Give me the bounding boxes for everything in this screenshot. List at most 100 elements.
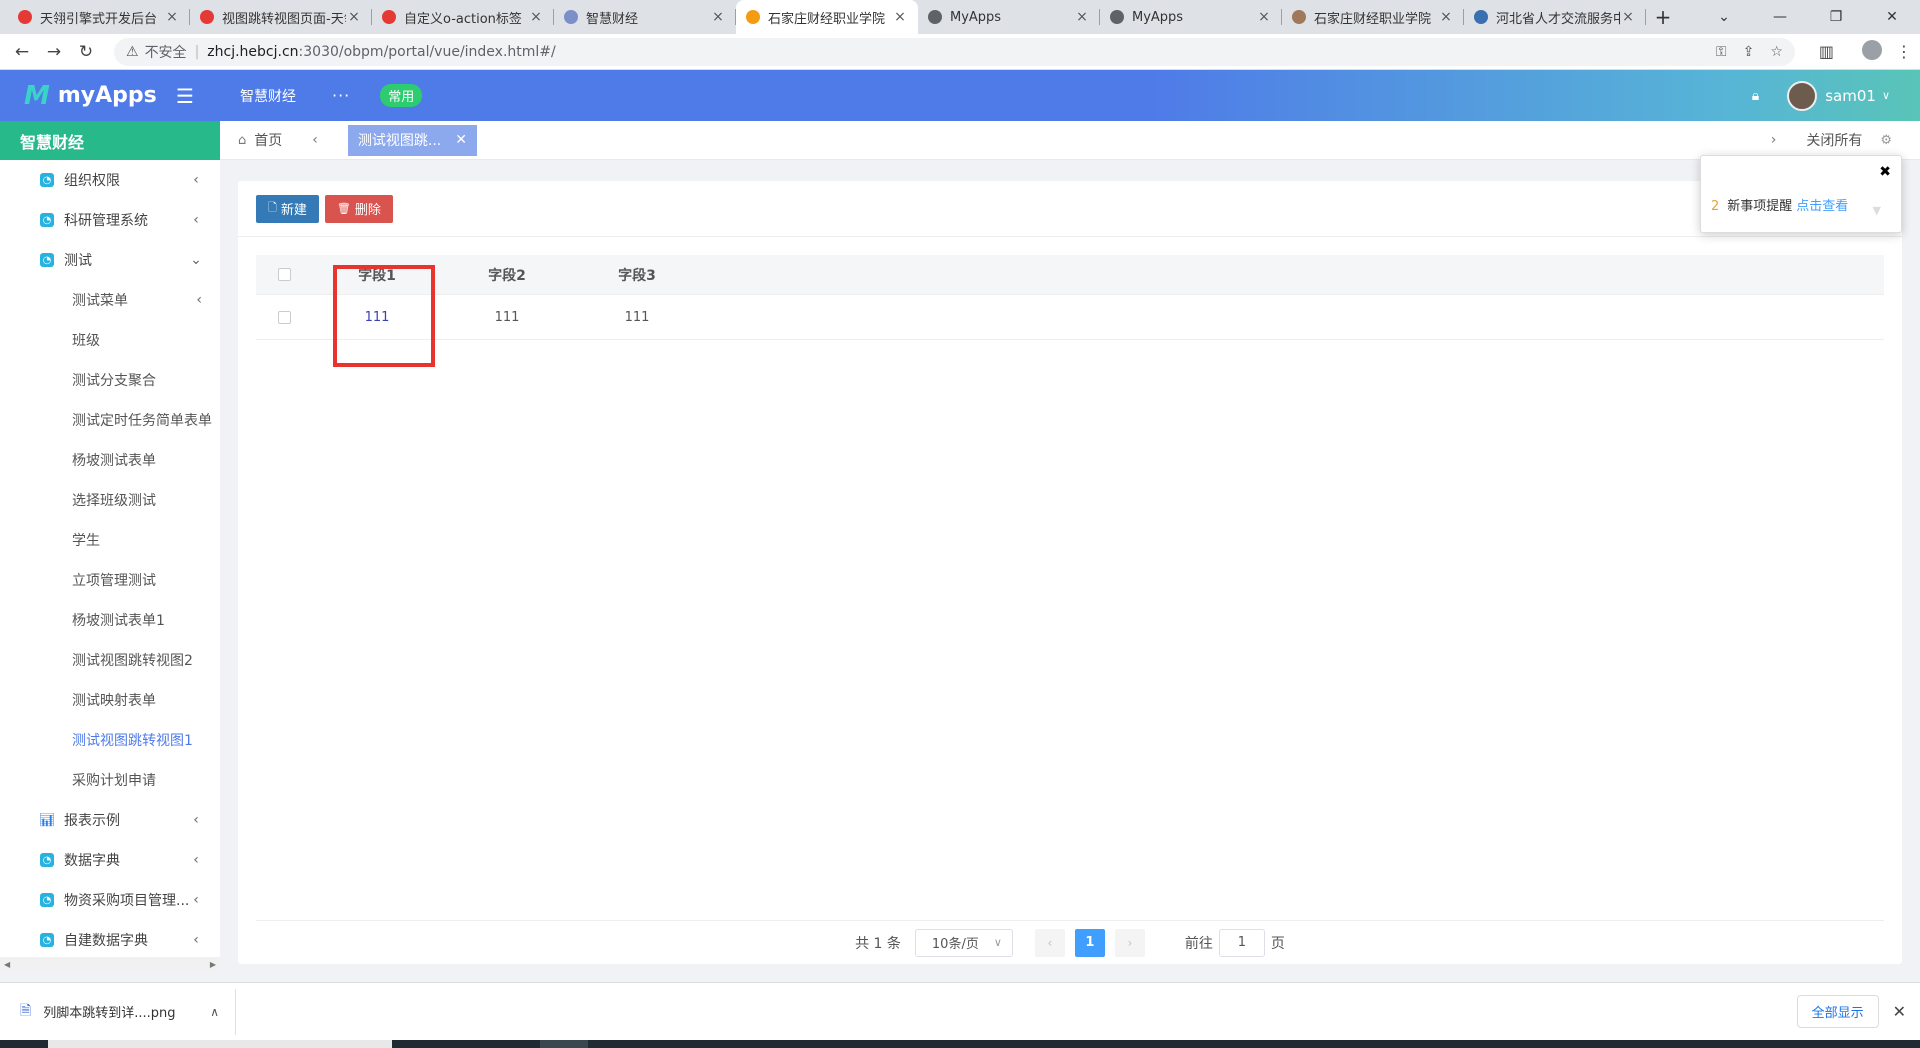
browser-tab[interactable]: 天翎引擎式开发后台 × <box>8 0 190 34</box>
row-select-cell <box>256 310 312 324</box>
close-icon[interactable]: × <box>164 9 180 25</box>
sidebar-item[interactable]: ◔ 科研管理系统 ‹ <box>0 200 220 240</box>
close-icon[interactable]: × <box>1074 9 1090 25</box>
browser-tab[interactable]: 石家庄财经职业学院 × <box>736 0 918 34</box>
browser-tab[interactable]: 石家庄财经职业学院 × <box>1282 0 1464 34</box>
scroll-right-icon[interactable]: ▶ <box>210 960 216 969</box>
user-name[interactable]: sam01 <box>1825 87 1876 105</box>
tab-active-label: 测试视图跳... <box>357 133 442 149</box>
taskbar-item[interactable] <box>48 1040 392 1048</box>
new-tab-button[interactable]: + <box>1646 0 1680 34</box>
sidebar-subitem[interactable]: 测试视图跳转视图1 <box>0 720 220 760</box>
sidebar-subitem[interactable]: 班级 <box>0 320 220 360</box>
close-icon[interactable]: ✕ <box>1893 1002 1906 1021</box>
app-name-link[interactable]: 智慧财经 <box>240 86 296 106</box>
close-all-button[interactable]: 关闭所有 <box>1806 130 1862 150</box>
back-icon[interactable]: ← <box>8 38 36 66</box>
chart-icon: 📊︎ <box>38 812 56 828</box>
sidebar-subitem-label: 班级 <box>72 333 100 349</box>
sidebar-item[interactable]: ◔ 自建数据字典 ‹ <box>0 920 220 960</box>
sidebar-subitem[interactable]: 杨坡测试表单1 <box>0 600 220 640</box>
browser-tab[interactable]: 自定义o-action标签 × <box>372 0 554 34</box>
notification-link[interactable]: 点击查看 <box>1796 199 1848 214</box>
common-pill[interactable]: 常用 <box>380 84 423 107</box>
prev-page-button[interactable]: ‹ <box>1034 928 1065 957</box>
tab-search-icon[interactable]: ⌄ <box>1696 0 1752 34</box>
close-icon[interactable]: × <box>892 9 908 25</box>
sidebar-subitem[interactable]: 测试定时任务简单表单 <box>0 400 220 440</box>
side-panel-icon[interactable]: ▥ <box>1819 42 1834 61</box>
browser-tab[interactable]: MyApps × <box>1100 0 1282 34</box>
menu-toggle-icon[interactable]: ☰ <box>176 84 194 108</box>
sidebar-item[interactable]: ◔ 测试 ⌄ <box>0 240 220 280</box>
close-icon[interactable]: × <box>1438 9 1454 25</box>
page-number-current[interactable]: 1 <box>1074 928 1105 957</box>
address-bar[interactable]: ⚠ 不安全 | zhcj.hebcj.cn :3030/obpm/portal/… <box>114 37 1795 66</box>
browser-tab[interactable]: 视图跳转视图页面-天翎 × <box>190 0 372 34</box>
tabs-prev-icon[interactable]: ‹ <box>312 132 318 148</box>
sidebar-subitem[interactable]: 学生 <box>0 520 220 560</box>
select-all-checkbox[interactable] <box>277 268 291 281</box>
menu-icon[interactable]: ⋮ <box>1896 42 1912 61</box>
download-item[interactable]: 🗎 列脚本跳转到详....png ∧ <box>0 988 236 1035</box>
close-icon[interactable]: × <box>528 9 544 25</box>
browser-tab[interactable]: 河北省人才交流服务中 × <box>1464 0 1646 34</box>
sidebar-subitem[interactable]: 测试分支聚合 <box>0 360 220 400</box>
sidebar-subitem[interactable]: 选择班级测试 <box>0 480 220 520</box>
sidebar-scrollbar[interactable]: ◀ ▶ <box>0 957 220 971</box>
column-header[interactable]: 字段3 <box>572 265 702 285</box>
goto-page-input[interactable] <box>1218 928 1265 957</box>
browser-tab[interactable]: 智慧财经 × <box>554 0 736 34</box>
sidebar-subitem[interactable]: 采购计划申请 <box>0 760 220 800</box>
main-content: 🗋 新建 🗑 删除 字段1 字段2 字段3 111 111 111 共 1 条 10条/… <box>238 181 1902 964</box>
new-button[interactable]: 🗋 新建 <box>256 194 319 223</box>
key-icon[interactable]: ⚿ <box>1716 44 1727 60</box>
share-icon[interactable]: ⇪ <box>1743 44 1755 60</box>
sidebar-subitem[interactable]: 测试菜单 ‹ <box>0 280 220 320</box>
sidebar-subitem[interactable]: 杨坡测试表单 <box>0 440 220 480</box>
close-icon[interactable]: × <box>1620 9 1636 25</box>
chevron-down-icon[interactable]: ∨ <box>1882 89 1890 102</box>
next-page-button[interactable]: › <box>1114 928 1145 957</box>
minimize-icon[interactable]: — <box>1752 0 1808 34</box>
user-avatar[interactable] <box>1787 80 1818 111</box>
sidebar-item[interactable]: ◔ 物资采购项目管理... ‹ <box>0 880 220 920</box>
close-icon[interactable]: × <box>346 9 362 25</box>
table-row[interactable]: 111 111 111 <box>256 295 1884 340</box>
sidebar-subitem[interactable]: 测试映射表单 <box>0 680 220 720</box>
scroll-left-icon[interactable]: ◀ <box>4 960 10 969</box>
forward-icon[interactable]: → <box>40 38 68 66</box>
close-icon[interactable]: ✕ <box>455 132 467 148</box>
tab-active-view[interactable]: 测试视图跳... ✕ <box>347 124 477 156</box>
tabs-next-icon[interactable]: › <box>1771 132 1777 148</box>
row-checkbox[interactable] <box>277 310 291 324</box>
lock-icon[interactable]: 🔒︎ <box>1752 88 1759 104</box>
profile-icon[interactable] <box>1848 39 1882 64</box>
close-icon[interactable]: ✖ <box>1879 164 1891 180</box>
reload-icon[interactable]: ↻ <box>72 38 100 66</box>
sidebar-subitem[interactable]: 立项管理测试 <box>0 560 220 600</box>
sidebar-item[interactable]: ◔ 组织权限 ‹ <box>0 160 220 200</box>
tab-home[interactable]: ⌂ 首页 <box>220 130 282 150</box>
more-icon[interactable]: ··· <box>332 86 350 105</box>
file-icon: 🗋 <box>268 201 277 214</box>
sidebar-item[interactable]: ◔ 数据字典 ‹ <box>0 840 220 880</box>
warning-icon[interactable]: ⚠ <box>126 44 139 60</box>
show-all-button[interactable]: 全部显示 <box>1796 995 1879 1028</box>
sidebar-item-label: 物资采购项目管理... <box>64 893 190 909</box>
taskbar-item[interactable] <box>540 1040 588 1048</box>
sidebar-subitem[interactable]: 测试视图跳转视图2 <box>0 640 220 680</box>
page-size-select[interactable]: 10条/页 ∨ <box>914 928 1013 957</box>
star-icon[interactable]: ☆ <box>1770 44 1783 60</box>
restore-icon[interactable]: ❐ <box>1808 0 1864 34</box>
chevron-up-icon[interactable]: ∧ <box>210 1005 219 1019</box>
close-icon[interactable]: × <box>1256 9 1272 25</box>
sidebar-subitem-label: 选择班级测试 <box>72 493 156 509</box>
column-header[interactable]: 字段2 <box>442 265 572 285</box>
delete-button[interactable]: 🗑 删除 <box>324 194 393 223</box>
close-icon[interactable]: × <box>710 9 726 25</box>
sidebar-item[interactable]: 📊︎ 报表示例 ‹ <box>0 800 220 840</box>
browser-tab[interactable]: MyApps × <box>918 0 1100 34</box>
gear-icon[interactable]: ⚙ <box>1880 133 1892 148</box>
close-window-icon[interactable]: ✕ <box>1864 0 1920 34</box>
